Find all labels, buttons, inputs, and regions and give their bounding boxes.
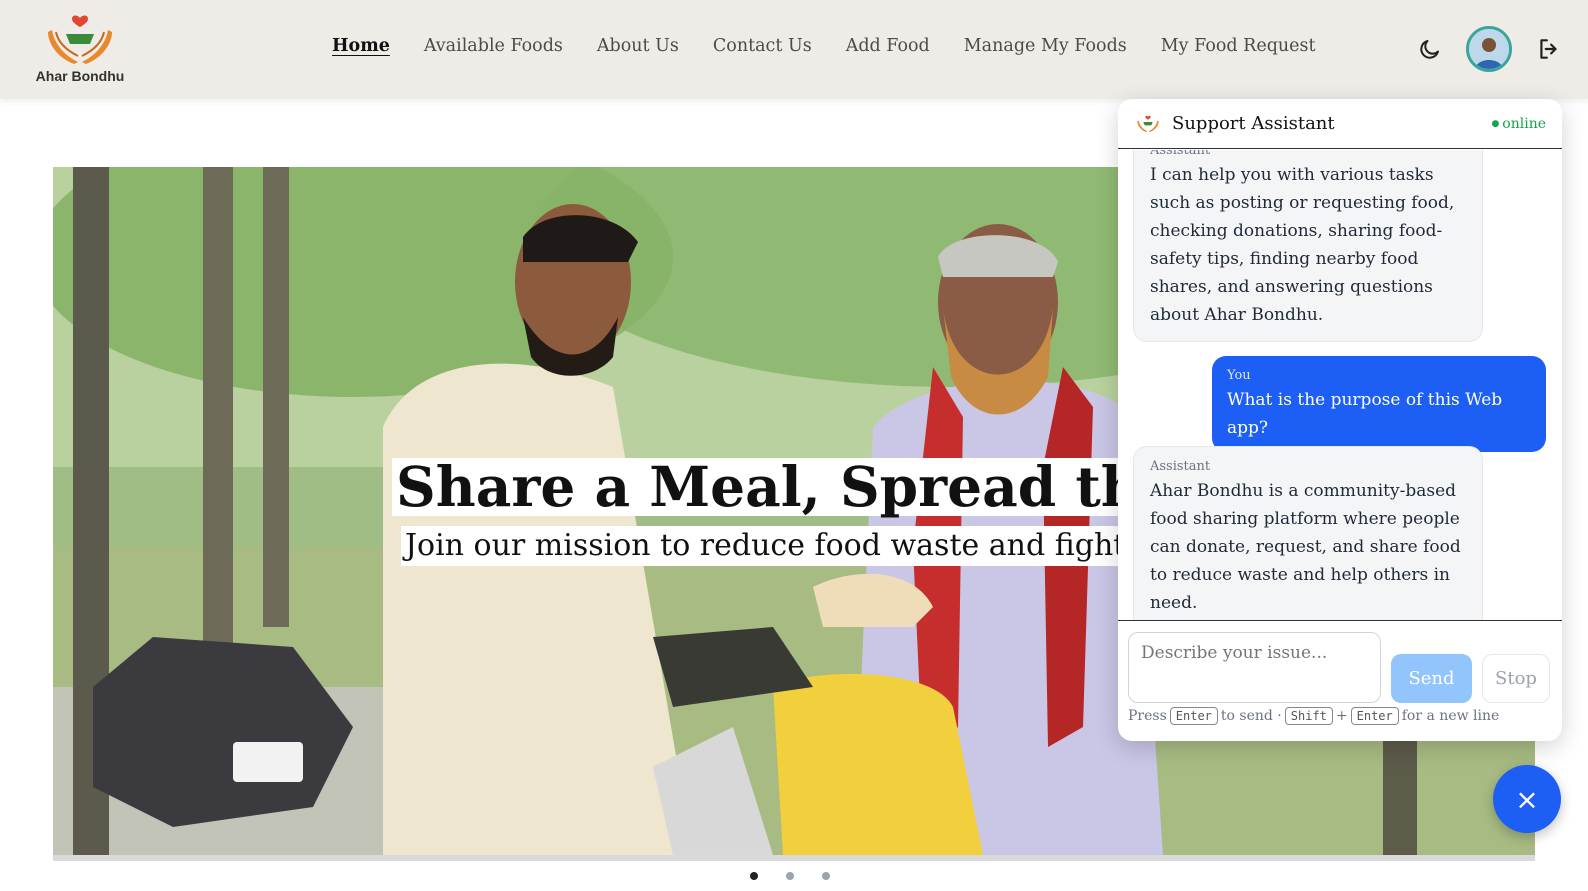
moon-icon[interactable] — [1418, 37, 1442, 61]
nav-link-contact-us[interactable]: Contact Us — [713, 36, 812, 56]
hero-bottom-strip — [53, 855, 1535, 861]
navbar: Ahar Bondhu Home Available Foods About U… — [0, 0, 1588, 99]
nav-link-my-food-request[interactable]: My Food Request — [1161, 36, 1316, 56]
hint-text: Press — [1128, 708, 1167, 724]
brand-name: Ahar Bondhu — [35, 68, 125, 84]
chat-messages[interactable]: Assistant I can help you with various ta… — [1118, 150, 1562, 621]
assistant-message: Assistant Ahar Bondhu is a community-bas… — [1133, 446, 1483, 621]
carousel-dot-3[interactable] — [822, 872, 830, 880]
message-sender: Assistant — [1150, 459, 1211, 474]
carousel-dot-1[interactable] — [750, 872, 758, 880]
nav-link-home[interactable]: Home — [332, 36, 390, 56]
carousel-dot-2[interactable] — [786, 872, 794, 880]
assistant-message: Assistant I can help you with various ta… — [1133, 150, 1483, 342]
chat-input[interactable] — [1128, 632, 1381, 703]
chat-logo-icon — [1137, 115, 1159, 132]
close-icon: × — [1515, 782, 1539, 816]
message-sender: You — [1227, 368, 1251, 383]
support-chat-panel: Support Assistant online Assistant I can… — [1118, 99, 1562, 741]
shift-key: Shift — [1284, 707, 1333, 725]
chat-status: online — [1491, 116, 1546, 132]
message-sender: Assistant — [1150, 150, 1211, 158]
send-button[interactable]: Send — [1391, 654, 1472, 703]
hint-text: to send · — [1220, 708, 1282, 724]
user-message: You What is the purpose of this Web app? — [1212, 356, 1546, 452]
nav-links: Home Available Foods About Us Contact Us… — [332, 36, 1316, 56]
hint-text: for a new line — [1401, 708, 1500, 724]
enter-key: Enter — [1169, 707, 1218, 725]
message-text: I can help you with various tasks such a… — [1150, 165, 1455, 325]
avatar[interactable] — [1466, 26, 1512, 72]
message-text: What is the purpose of this Web app? — [1227, 390, 1503, 438]
hint-text: + — [1335, 708, 1348, 724]
nav-link-about-us[interactable]: About Us — [597, 36, 679, 56]
enter-key: Enter — [1350, 707, 1399, 725]
chat-header: Support Assistant online — [1118, 99, 1562, 149]
chat-divider — [1118, 620, 1562, 621]
logout-icon[interactable] — [1536, 36, 1562, 62]
message-text: Ahar Bondhu is a community-based food sh… — [1150, 481, 1461, 613]
stop-button[interactable]: Stop — [1482, 654, 1550, 703]
brand-logo[interactable]: Ahar Bondhu — [30, 12, 130, 90]
hands-heart-bowl-logo — [48, 15, 112, 64]
keyboard-hint: Press Enter to send · Shift + Enter for … — [1128, 707, 1499, 725]
nav-link-available-foods[interactable]: Available Foods — [424, 36, 563, 56]
chat-title: Support Assistant — [1172, 113, 1335, 134]
nav-link-add-food[interactable]: Add Food — [846, 36, 930, 56]
nav-link-manage-my-foods[interactable]: Manage My Foods — [964, 36, 1127, 56]
close-chat-button[interactable]: × — [1493, 765, 1561, 833]
carousel-dots — [750, 872, 830, 880]
nav-icons — [1418, 26, 1562, 72]
